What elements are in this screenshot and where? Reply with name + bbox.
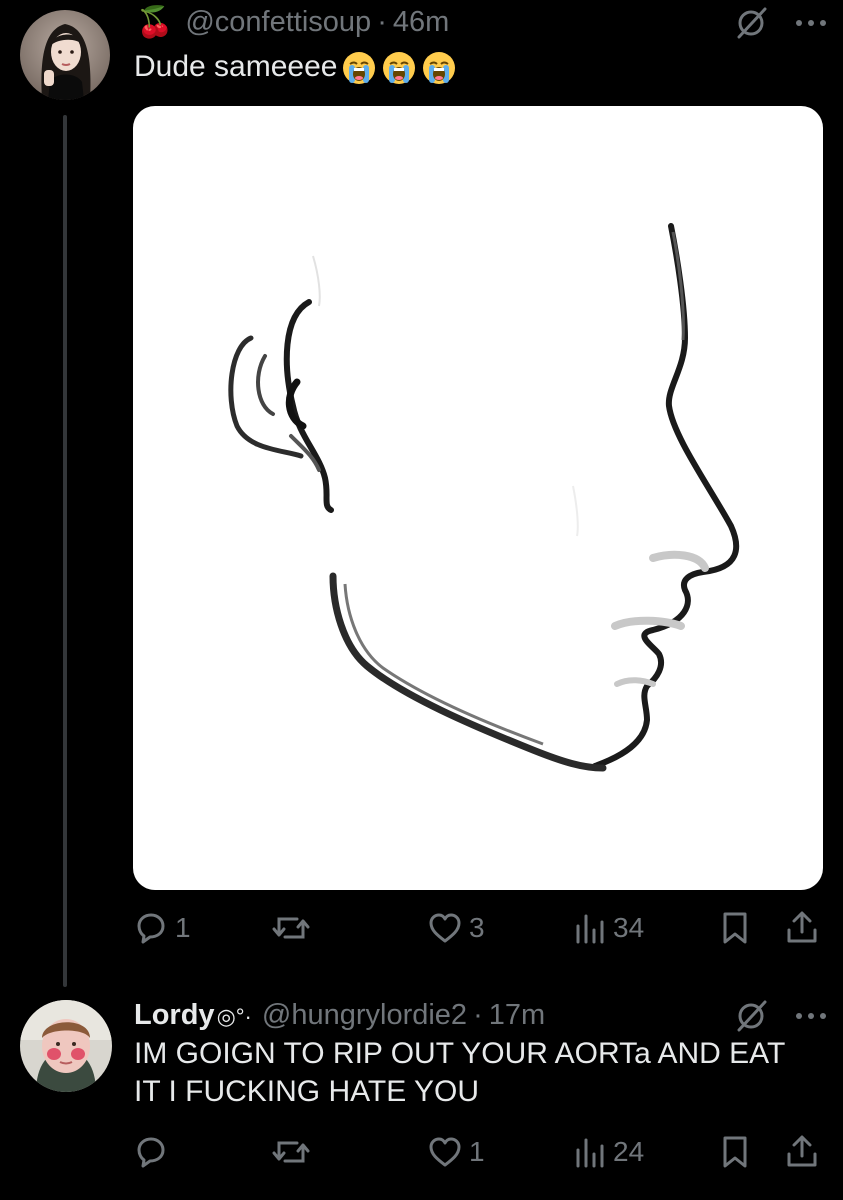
face-profile-line-drawing-icon [228, 223, 740, 772]
views-icon [576, 914, 604, 944]
grok-icon[interactable] [735, 999, 769, 1038]
reply-count: 1 [175, 912, 191, 943]
heart-icon [429, 913, 461, 943]
display-name[interactable]: Lordy◎°· [134, 999, 252, 1032]
more-icon[interactable] [793, 999, 829, 1038]
repost-icon [272, 917, 310, 939]
post-media-image[interactable] [133, 106, 823, 890]
bookmark-icon [723, 912, 747, 944]
view-count: 24 [613, 1136, 645, 1167]
emoji-group [337, 50, 457, 85]
loudly-crying-face-emoji [383, 52, 416, 85]
avatar[interactable] [20, 10, 110, 100]
post-text-content: Dude sameeee [134, 50, 338, 83]
post-actions: 1 3 34 [133, 908, 823, 948]
user-handle[interactable]: @hungrylordie2 [262, 999, 467, 1032]
user-handle[interactable]: @confettisoup [185, 6, 371, 39]
post-confettisoup[interactable]: 🍒 @confettisoup · 46m Dude sameeee 1 3 3… [0, 0, 843, 990]
like-count: 1 [469, 1136, 485, 1167]
heart-icon [429, 1137, 461, 1167]
repost-button[interactable] [271, 1132, 317, 1172]
post-actions: 1 24 [133, 1132, 823, 1172]
share-icon [787, 1135, 817, 1167]
post-text: Dude sameeee [134, 48, 457, 86]
loudly-crying-face-emoji [423, 52, 456, 85]
timestamp[interactable]: 46m [393, 6, 449, 39]
like-button[interactable]: 1 [427, 1132, 485, 1172]
separator-dot: · [377, 5, 387, 38]
avatar-image [20, 10, 110, 100]
reply-icon [137, 1137, 165, 1168]
loudly-crying-face-emoji [343, 52, 376, 85]
bookmark-button[interactable] [719, 908, 751, 948]
like-count: 3 [469, 912, 485, 943]
post-header: 🍒 @confettisoup · 46m [136, 0, 449, 44]
reply-button[interactable] [133, 1132, 175, 1172]
post-top-icons [735, 999, 829, 1038]
view-count: 34 [613, 912, 645, 943]
name-decoration: ◎°· [216, 1003, 252, 1029]
bookmark-icon [723, 1136, 747, 1168]
views-button[interactable]: 34 [573, 908, 644, 948]
thread-line [63, 115, 67, 987]
separator-dot: · [473, 998, 483, 1031]
avatar-image [20, 1000, 112, 1092]
timestamp[interactable]: 17m [489, 999, 545, 1032]
share-button[interactable] [785, 908, 819, 948]
share-button[interactable] [785, 1132, 819, 1172]
reply-icon [137, 913, 165, 944]
share-icon [787, 911, 817, 943]
avatar[interactable] [20, 1000, 112, 1092]
cherry-emoji: 🍒 [136, 5, 174, 39]
views-icon [576, 1138, 604, 1168]
bookmark-button[interactable] [719, 1132, 751, 1172]
repost-icon [272, 1141, 310, 1163]
post-top-icons [735, 6, 829, 45]
reply-button[interactable]: 1 [133, 908, 191, 948]
views-button[interactable]: 24 [573, 1132, 644, 1172]
more-icon[interactable] [793, 6, 829, 45]
repost-button[interactable] [271, 908, 317, 948]
post-header: Lordy◎°· @hungrylordie2 · 17m [134, 995, 545, 1035]
like-button[interactable]: 3 [427, 908, 485, 948]
post-text: IM GOIGN TO RIP OUT YOUR AORTa AND EAT I… [134, 1037, 785, 1108]
post-hungrylordie2[interactable]: Lordy◎°· @hungrylordie2 · 17m IM GOIGN T… [0, 995, 843, 1200]
grok-icon[interactable] [735, 6, 769, 45]
